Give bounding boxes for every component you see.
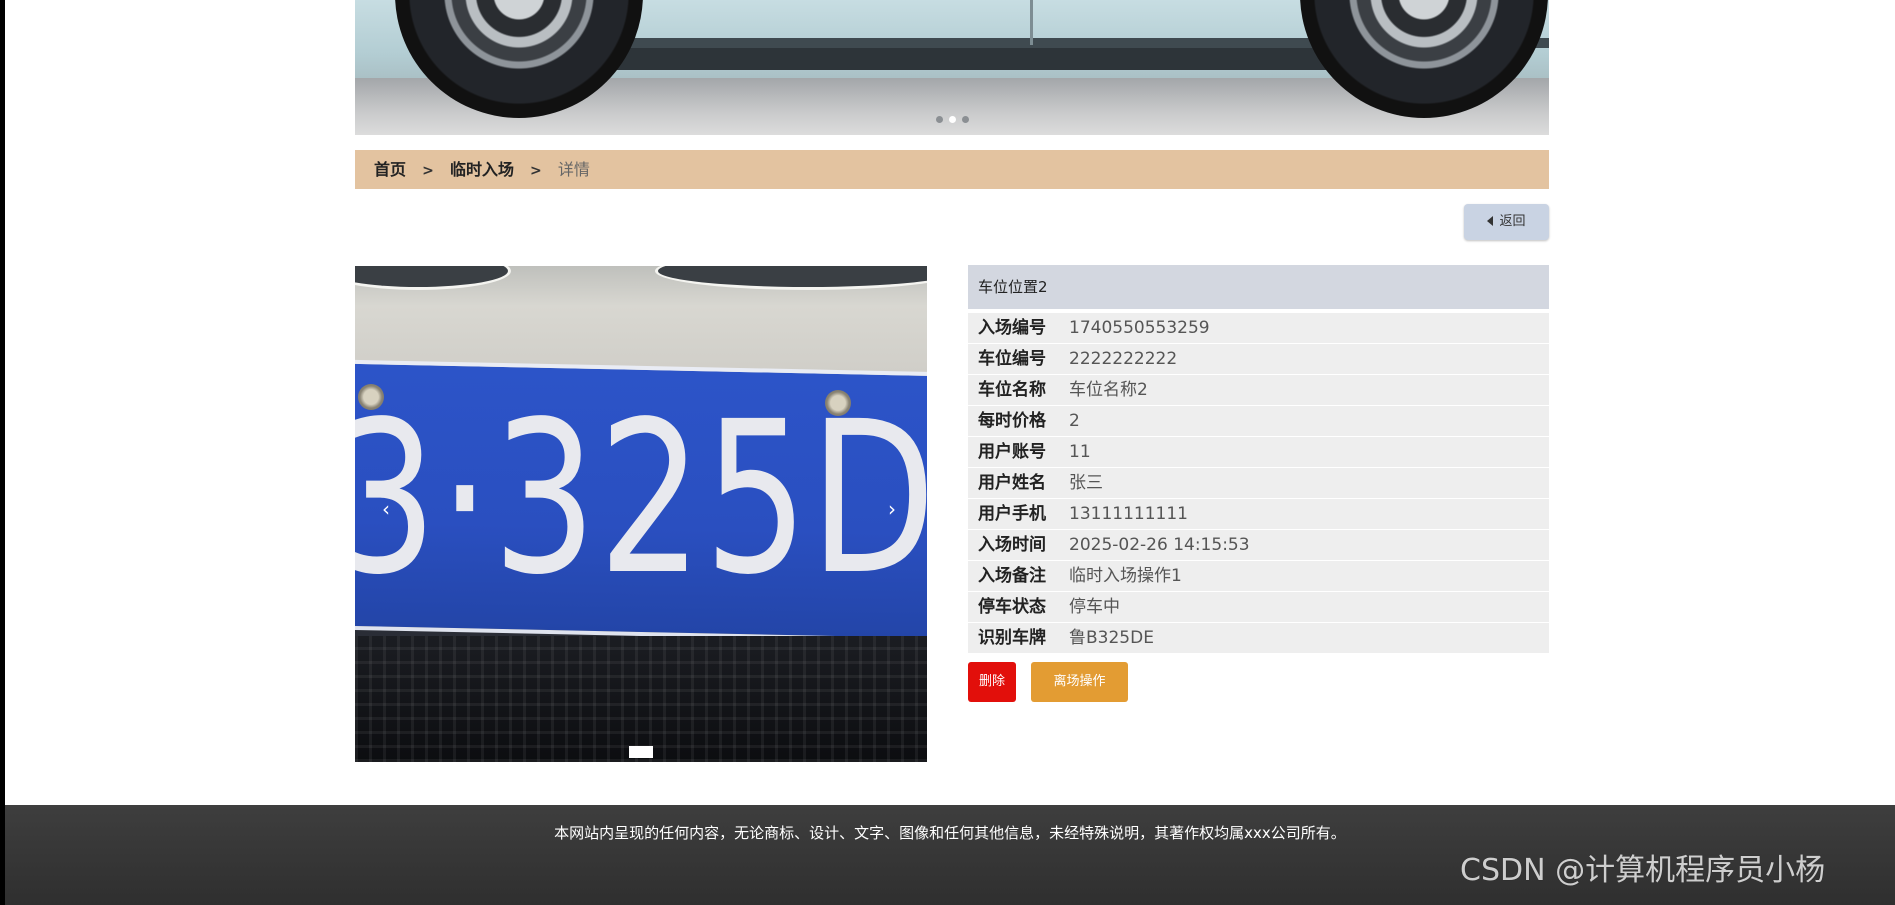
field-value: 13111111111 xyxy=(1069,504,1188,524)
carousel-next-icon[interactable]: › xyxy=(888,499,896,519)
field-label: 入场时间 xyxy=(978,535,1046,555)
detail-row: 车位编号 2222222222 xyxy=(968,344,1549,375)
breadcrumb-current: 详情 xyxy=(557,160,590,179)
field-label: 用户手机 xyxy=(978,504,1046,524)
carousel-indicator[interactable] xyxy=(629,746,653,758)
detail-row: 入场时间 2025-02-26 14:15:53 xyxy=(968,530,1549,561)
top-banner-carousel[interactable] xyxy=(355,0,1549,135)
detail-row: 停车状态 停车中 xyxy=(968,592,1549,623)
watermark: CSDN @计算机程序员小杨 xyxy=(1460,853,1826,888)
field-value: 2025-02-26 14:15:53 xyxy=(1069,535,1250,555)
breadcrumb-section[interactable]: 临时入场 xyxy=(450,160,514,179)
car-grille xyxy=(355,636,927,762)
detail-row: 用户手机 13111111111 xyxy=(968,499,1549,530)
field-label: 识别车牌 xyxy=(978,628,1046,648)
breadcrumb-home[interactable]: 首页 xyxy=(374,160,406,179)
breadcrumb: 首页 > 临时入场 > 详情 xyxy=(355,150,1549,189)
field-value: 张三 xyxy=(1069,473,1103,493)
field-value: 鲁B325DE xyxy=(1069,628,1154,648)
detail-row: 每时价格 2 xyxy=(968,406,1549,437)
field-value: 1740550553259 xyxy=(1069,318,1210,338)
banner-car-door-gap xyxy=(1030,0,1033,45)
detail-row: 用户账号 11 xyxy=(968,437,1549,468)
field-label: 用户姓名 xyxy=(978,473,1046,493)
field-label: 入场编号 xyxy=(978,318,1046,338)
license-plate-text: 3·325DI xyxy=(355,376,927,621)
field-label: 用户账号 xyxy=(978,442,1046,462)
delete-button[interactable]: 删除 xyxy=(968,662,1016,702)
banner-indicator-dots xyxy=(355,116,1549,123)
field-value: 2222222222 xyxy=(1069,349,1178,369)
window-edge xyxy=(0,0,5,905)
field-label: 停车状态 xyxy=(978,597,1046,617)
detail-row: 用户姓名 张三 xyxy=(968,468,1549,499)
detail-image-carousel[interactable]: 3·325DI ‹ › xyxy=(355,266,927,762)
breadcrumb-separator: > xyxy=(530,163,542,179)
field-label: 入场备注 xyxy=(978,566,1046,586)
footer-copyright: 本网站内呈现的任何内容，无论商标、设计、文字、图像和任何其他信息，未经特殊说明，… xyxy=(554,824,1346,842)
field-value: 停车中 xyxy=(1069,597,1120,617)
detail-row: 入场编号 1740550553259 xyxy=(968,313,1549,344)
field-label: 每时价格 xyxy=(978,411,1046,431)
field-label: 车位编号 xyxy=(978,349,1046,369)
caret-left-icon xyxy=(1487,216,1494,226)
back-button-label: 返回 xyxy=(1499,214,1526,229)
field-value: 11 xyxy=(1069,442,1091,462)
field-label: 车位名称 xyxy=(978,380,1046,400)
banner-dot-3[interactable] xyxy=(961,116,969,123)
detail-row: 识别车牌 鲁B325DE xyxy=(968,623,1549,654)
field-value: 车位名称2 xyxy=(1069,380,1148,400)
field-value: 2 xyxy=(1069,411,1080,431)
detail-row: 车位名称 车位名称2 xyxy=(968,375,1549,406)
back-button[interactable]: 返回 xyxy=(1464,204,1549,240)
breadcrumb-separator: > xyxy=(422,163,434,179)
carousel-prev-icon[interactable]: ‹ xyxy=(382,499,390,519)
banner-dot-2[interactable] xyxy=(948,116,956,123)
field-value: 临时入场操作1 xyxy=(1069,566,1182,586)
banner-car-sill xyxy=(495,48,1429,70)
detail-title: 车位位置2 xyxy=(968,265,1549,309)
detail-row: 入场备注 临时入场操作1 xyxy=(968,561,1549,592)
leave-operation-button[interactable]: 离场操作 xyxy=(1031,662,1128,702)
detail-panel: 车位位置2 入场编号 1740550553259 车位编号 2222222222 车… xyxy=(968,265,1549,702)
banner-dot-1[interactable] xyxy=(935,116,943,123)
